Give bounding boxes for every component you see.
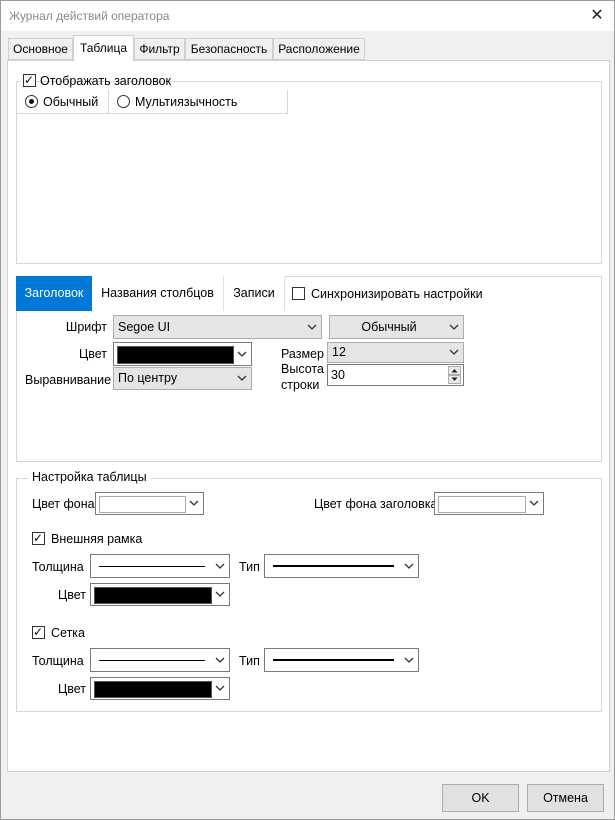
chevron-down-icon bbox=[214, 681, 226, 695]
chevron-down-icon bbox=[236, 347, 248, 361]
font-label: Шрифт bbox=[65, 320, 107, 334]
spinner-down-icon[interactable] bbox=[448, 375, 461, 384]
font-color-swatch bbox=[117, 346, 234, 364]
show-title-legend: Отображать заголовок bbox=[20, 72, 171, 89]
chevron-down-icon bbox=[236, 371, 248, 385]
ok-button[interactable]: OK bbox=[442, 784, 519, 812]
grid-color-dropdown[interactable] bbox=[90, 677, 230, 700]
chevron-down-icon bbox=[448, 320, 460, 334]
tab-basic[interactable]: Основное bbox=[8, 38, 73, 60]
outer-thickness-label: Толщина bbox=[32, 560, 84, 574]
font-value: Segoe UI bbox=[118, 320, 171, 334]
grid-type-label: Тип bbox=[239, 654, 260, 668]
title-bar: Журнал действий оператора ✕ bbox=[1, 1, 614, 31]
tab-security[interactable]: Безопасность bbox=[185, 38, 273, 60]
bg-color-dropdown[interactable] bbox=[95, 492, 204, 515]
row-height-label-2: строки bbox=[281, 378, 320, 392]
tab-layout[interactable]: Расположение bbox=[273, 38, 365, 60]
outer-color-label: Цвет bbox=[58, 588, 87, 602]
outer-border-checkbox[interactable] bbox=[32, 530, 45, 546]
spinner-up-icon[interactable] bbox=[448, 366, 461, 375]
color-label: Цвет bbox=[78, 347, 107, 361]
thin-line-sample bbox=[99, 566, 205, 567]
font-dropdown[interactable]: Segoe UI bbox=[113, 315, 322, 339]
grid-color-swatch bbox=[94, 681, 212, 698]
grid-label: Сетка bbox=[51, 626, 85, 640]
chevron-down-icon bbox=[214, 587, 226, 601]
align-label: Выравнивание bbox=[25, 373, 112, 387]
bg-color-swatch bbox=[99, 496, 186, 513]
outer-color-dropdown[interactable] bbox=[90, 583, 230, 606]
thin-line-sample bbox=[99, 660, 205, 661]
dialog-window: Журнал действий оператора ✕ Основное Таб… bbox=[0, 0, 615, 820]
header-tab-columns[interactable]: Названия столбцов bbox=[92, 276, 224, 311]
header-tab-records[interactable]: Записи bbox=[224, 276, 285, 311]
grid-type-dropdown[interactable] bbox=[264, 648, 419, 672]
mode-multilang-radio[interactable] bbox=[117, 95, 130, 108]
outer-type-dropdown[interactable] bbox=[264, 554, 419, 578]
size-value: 12 bbox=[332, 345, 346, 359]
grid-thickness-label: Толщина bbox=[32, 654, 84, 668]
window-title: Журнал действий оператора bbox=[9, 9, 170, 23]
outer-color-swatch bbox=[94, 587, 212, 604]
font-style-dropdown[interactable]: Обычный bbox=[329, 315, 464, 339]
align-dropdown[interactable]: По центру bbox=[113, 367, 252, 390]
chevron-down-icon bbox=[214, 653, 226, 667]
show-title-label: Отображать заголовок bbox=[40, 74, 172, 88]
mode-multilang-label: Мультиязычность bbox=[135, 95, 238, 109]
grid-thickness-dropdown[interactable] bbox=[90, 648, 230, 672]
table-settings-legend: Настройка таблицы bbox=[28, 470, 151, 484]
tab-filter[interactable]: Фильтр bbox=[134, 38, 185, 60]
chevron-down-icon bbox=[403, 559, 415, 573]
chevron-down-icon bbox=[306, 320, 318, 334]
cancel-button[interactable]: Отмена bbox=[527, 784, 604, 812]
row-height-value: 30 bbox=[331, 368, 345, 382]
solid-line-sample bbox=[273, 659, 394, 661]
title-mode-bar: Обычный Мультиязычность bbox=[17, 90, 288, 114]
font-color-dropdown[interactable] bbox=[113, 342, 252, 366]
title-mode-divider bbox=[108, 90, 109, 114]
bg-color-label: Цвет фона bbox=[32, 497, 95, 511]
tab-table[interactable]: Таблица bbox=[73, 35, 134, 61]
size-label: Размер bbox=[281, 347, 324, 361]
grid-checkbox[interactable] bbox=[32, 624, 45, 640]
solid-line-sample bbox=[273, 565, 394, 567]
row-height-spinner[interactable]: 30 bbox=[327, 364, 464, 386]
font-style-value: Обычный bbox=[361, 320, 417, 334]
header-bg-swatch bbox=[438, 496, 526, 513]
chevron-down-icon bbox=[403, 653, 415, 667]
sync-label: Синхронизировать настройки bbox=[311, 287, 483, 301]
header-bg-dropdown[interactable] bbox=[434, 492, 544, 515]
header-bg-label: Цвет фона заголовка bbox=[314, 497, 438, 511]
mode-normal-label: Обычный bbox=[43, 95, 99, 109]
chevron-down-icon bbox=[188, 496, 200, 510]
header-tab-title[interactable]: Заголовок bbox=[16, 276, 92, 311]
close-icon[interactable]: ✕ bbox=[586, 6, 608, 26]
chevron-down-icon bbox=[528, 496, 540, 510]
align-value: По центру bbox=[118, 371, 178, 385]
chevron-down-icon bbox=[448, 345, 460, 359]
row-height-label-1: Высота bbox=[281, 362, 324, 376]
chevron-down-icon bbox=[214, 559, 226, 573]
sync-checkbox[interactable] bbox=[292, 287, 305, 300]
outer-thickness-dropdown[interactable] bbox=[90, 554, 230, 578]
outer-border-label: Внешняя рамка bbox=[51, 532, 143, 546]
mode-normal-radio[interactable] bbox=[25, 95, 38, 108]
show-title-checkbox[interactable] bbox=[23, 72, 36, 88]
size-dropdown[interactable]: 12 bbox=[327, 342, 464, 363]
outer-type-label: Тип bbox=[239, 560, 260, 574]
grid-color-label: Цвет bbox=[58, 682, 87, 696]
